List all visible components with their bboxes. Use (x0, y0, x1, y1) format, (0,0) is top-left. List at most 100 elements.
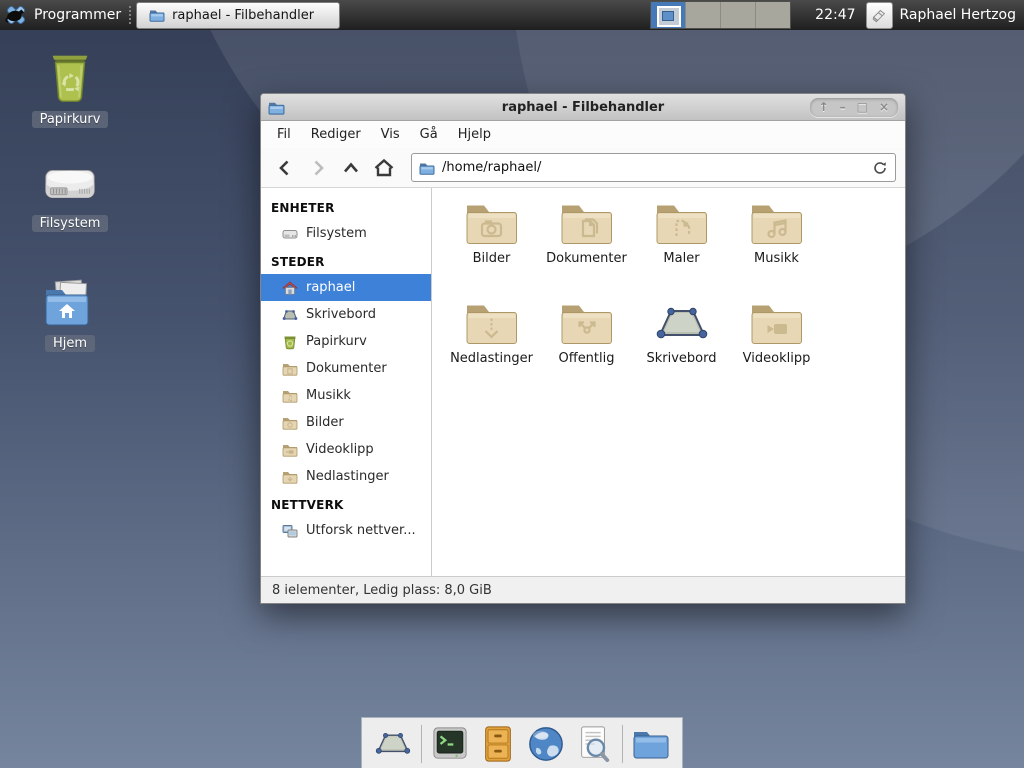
home-button[interactable] (369, 154, 399, 182)
sidebar-item-browse-network[interactable]: Utforsk nettver... (261, 517, 431, 544)
web-browser-launcher[interactable] (526, 723, 566, 765)
file-label: Videoklipp (743, 351, 811, 366)
sidebar-item-documents[interactable]: Dokumenter (261, 355, 431, 382)
file-item-bilder[interactable]: Bilder (444, 200, 539, 300)
shade-button[interactable]: ↑ (819, 99, 829, 116)
bottom-dock (361, 717, 683, 768)
desktop-icon-label: Hjem (45, 335, 95, 352)
workspace-3[interactable] (721, 2, 756, 28)
sidebar-item-label: Bilder (306, 415, 344, 430)
file-view[interactable]: Bilder (432, 188, 905, 576)
window-body: ENHETER Filsystem STEDER (261, 188, 905, 576)
workspace-4[interactable] (756, 2, 790, 28)
sidebar-item-label: Utforsk nettver... (306, 523, 416, 538)
sidebar: ENHETER Filsystem STEDER (261, 188, 432, 576)
folder-icon (282, 443, 298, 457)
desktop: Programmer raphael - Filbehandler 22:47 (0, 0, 1024, 768)
menu-edit[interactable]: Rediger (301, 122, 371, 147)
titlebar[interactable]: raphael - Filbehandler ↑ – □ × (261, 94, 905, 121)
file-item-musikk[interactable]: Musikk (729, 200, 824, 300)
sidebar-item-label: Papirkurv (306, 334, 367, 349)
back-button[interactable] (270, 154, 300, 182)
menu-go[interactable]: Gå (410, 122, 448, 147)
file-label: Skrivebord (646, 351, 716, 366)
trash-icon (282, 334, 298, 350)
show-desktop-button[interactable] (373, 723, 413, 765)
folder-icon (631, 727, 671, 761)
folder-videos-icon (749, 300, 805, 348)
file-label: Bilder (473, 251, 511, 266)
sidebar-item-label: Musikk (306, 388, 351, 403)
workspace-1[interactable] (651, 2, 686, 28)
sidebar-item-label: Nedlastinger (306, 469, 389, 484)
sidebar-item-label: Dokumenter (306, 361, 387, 376)
dock-separator (622, 725, 623, 763)
file-item-maler[interactable]: Maler (634, 200, 729, 300)
folder-downloads-icon (464, 300, 520, 348)
taskbar-window-button[interactable]: raphael - Filbehandler (136, 2, 340, 29)
menu-view[interactable]: Vis (371, 122, 410, 147)
sidebar-item-downloads[interactable]: Nedlastinger (261, 463, 431, 490)
svg-text:♫: ♫ (287, 393, 294, 402)
forward-button[interactable] (303, 154, 333, 182)
workspace-mini-window (657, 6, 681, 27)
sidebar-item-videos[interactable]: Videoklipp (261, 436, 431, 463)
location-path[interactable]: /home/raphael/ (442, 160, 541, 175)
file-label: Nedlastinger (450, 351, 533, 366)
menu-file[interactable]: Fil (267, 122, 301, 147)
folder-icon (149, 8, 165, 22)
desktop-icon-home[interactable]: Hjem (20, 278, 120, 352)
file-item-nedlastinger[interactable]: Nedlastinger (444, 300, 539, 400)
file-label: Dokumenter (546, 251, 627, 266)
sidebar-item-pictures[interactable]: Bilder (261, 409, 431, 436)
sidebar-item-filesystem[interactable]: Filsystem (261, 220, 431, 247)
sidebar-item-trash[interactable]: Papirkurv (261, 328, 431, 355)
file-item-dokumenter[interactable]: Dokumenter (539, 200, 634, 300)
menu-help[interactable]: Hjelp (448, 122, 501, 147)
folder-icon: ♫ (282, 389, 298, 403)
globe-icon (527, 725, 565, 763)
session-action-button[interactable] (866, 2, 893, 29)
top-panel: Programmer raphael - Filbehandler 22:47 (0, 0, 1024, 30)
up-button[interactable] (336, 154, 366, 182)
clock[interactable]: 22:47 (815, 7, 855, 23)
desktop-icon-trash[interactable]: Papirkurv (20, 48, 120, 128)
home-icon (282, 280, 298, 296)
sidebar-item-music[interactable]: ♫ Musikk (261, 382, 431, 409)
user-name[interactable]: Raphael Hertzog (900, 7, 1016, 23)
file-cabinet-launcher[interactable] (478, 723, 518, 765)
terminal-launcher[interactable] (430, 723, 470, 765)
folder-templates-icon (654, 200, 710, 248)
folder-publicshare-icon (559, 300, 615, 348)
file-item-skrivebord[interactable]: Skrivebord (634, 300, 729, 400)
search-launcher[interactable] (574, 723, 614, 765)
window-title: raphael - Filbehandler (261, 100, 905, 115)
maximize-button[interactable]: □ (857, 99, 868, 116)
desktop-icon-label: Papirkurv (32, 111, 109, 128)
file-item-videoklipp[interactable]: Videoklipp (729, 300, 824, 400)
folder-icon (282, 362, 298, 376)
desktop-icon-filesystem[interactable]: Filsystem (20, 158, 120, 232)
file-item-offentlig[interactable]: Offentlig (539, 300, 634, 400)
sidebar-item-raphael[interactable]: raphael (261, 274, 431, 301)
reload-button[interactable] (872, 160, 888, 176)
file-manager-launcher[interactable] (631, 723, 671, 765)
location-bar[interactable]: /home/raphael/ (411, 153, 896, 182)
eraser-icon (870, 6, 888, 24)
folder-pictures-icon (464, 200, 520, 248)
xfce-logo-icon (4, 4, 28, 26)
sidebar-item-label: raphael (306, 280, 355, 295)
menubar: Fil Rediger Vis Gå Hjelp (261, 121, 905, 148)
dock-separator (421, 725, 422, 763)
workspace-2[interactable] (686, 2, 721, 28)
sidebar-item-label: Skrivebord (306, 307, 376, 322)
sidebar-header-network: NETTVERK (261, 490, 431, 517)
toolbar: /home/raphael/ (261, 148, 905, 188)
applications-menu-button[interactable]: Programmer (0, 0, 129, 30)
close-button[interactable]: × (879, 99, 889, 116)
minimize-button[interactable]: – (840, 99, 846, 116)
workspace-switcher (650, 1, 791, 29)
sidebar-item-desktop[interactable]: Skrivebord (261, 301, 431, 328)
sidebar-item-label: Videoklipp (306, 442, 374, 457)
file-label: Musikk (754, 251, 799, 266)
